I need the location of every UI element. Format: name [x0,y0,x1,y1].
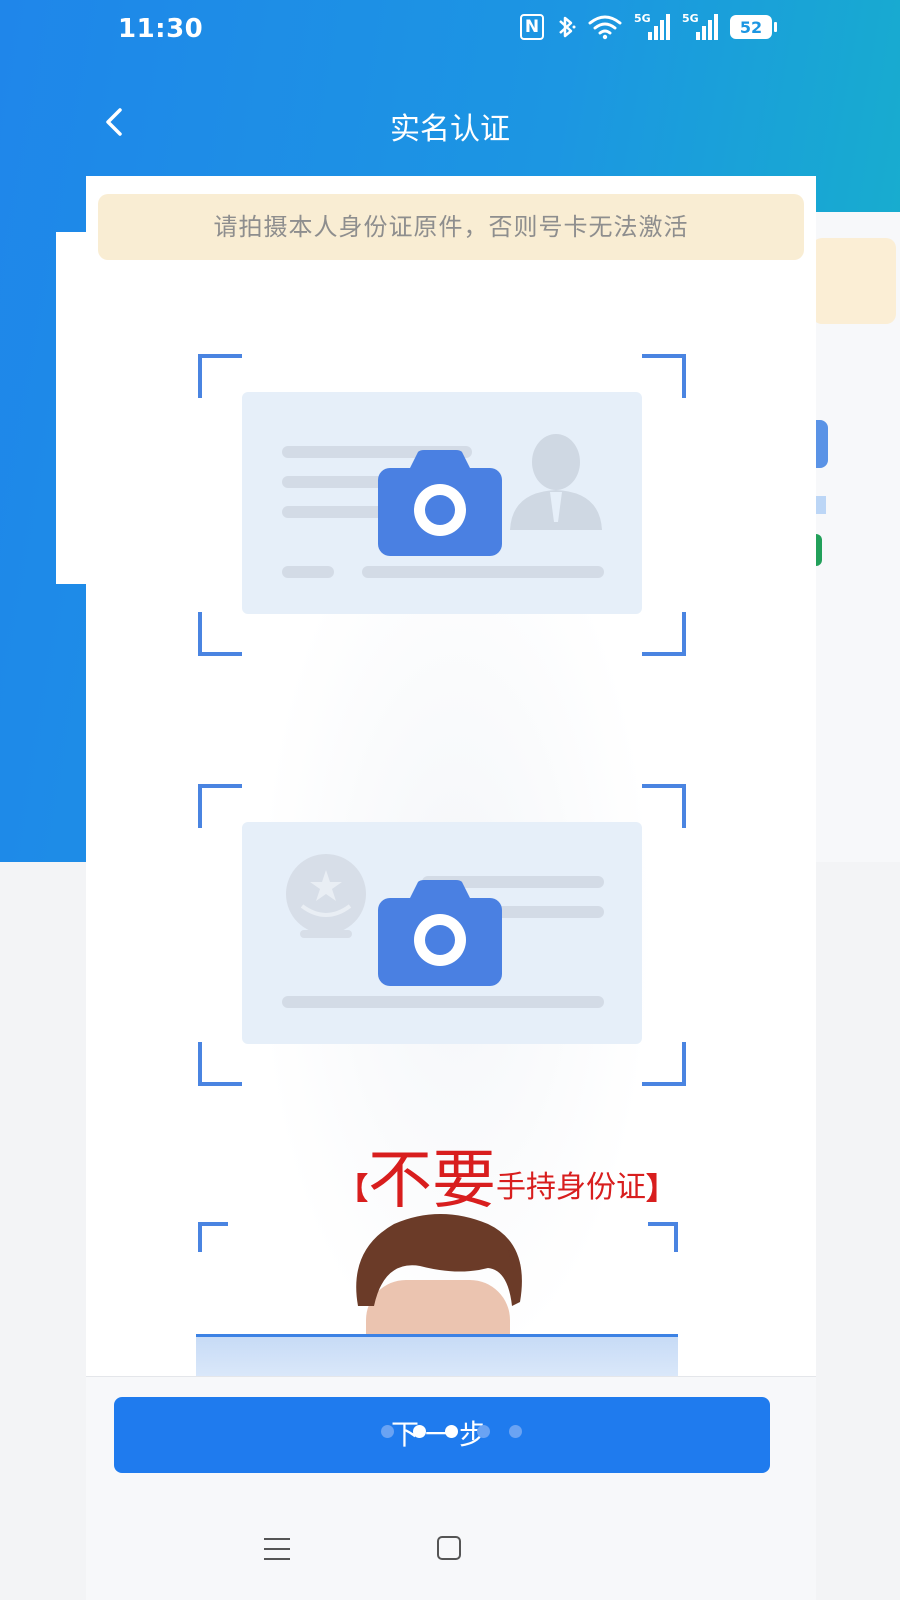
camera-icon[interactable] [378,450,502,556]
notice-banner: 请拍摄本人身份证原件，否则号卡无法激活 [98,194,804,260]
avatar-icon [510,434,602,530]
background-notice [812,238,896,324]
wifi-icon [588,15,622,40]
background-accent [814,420,828,468]
page-title: 实名认证 [390,112,510,147]
id-upload-dialog: 请拍摄本人身份证原件，否则号卡无法激活 【 不要 手持身份证 】 下一步 [86,176,816,1600]
battery-icon: 52 [730,15,777,39]
signal-icon: 5G [682,12,718,40]
status-bar: 11:30 N 5G 5G 52 [0,0,900,64]
warning-bracket-right: 】 [646,1172,676,1207]
bluetooth-icon [559,16,576,38]
warning-bracket-left: 【 [338,1172,368,1207]
signal-label: 5G [634,12,651,25]
status-time: 11:30 [118,14,204,44]
camera-icon[interactable] [378,880,502,986]
warning-text: 【 不要 手持身份证 】 [338,1146,676,1216]
home-icon[interactable] [437,1536,461,1560]
signal-icon: 5G [634,12,670,40]
signal-label: 5G [682,12,699,25]
scan-glow [196,1337,678,1381]
emblem-icon [286,854,366,938]
warning-emphasis: 不要 [368,1144,496,1218]
menu-icon[interactable] [264,1538,290,1560]
warning-detail: 手持身份证 [496,1170,646,1205]
nfc-icon: N [520,14,544,40]
system-nav-bar [0,1500,900,1600]
loading-indicator [86,1425,816,1445]
